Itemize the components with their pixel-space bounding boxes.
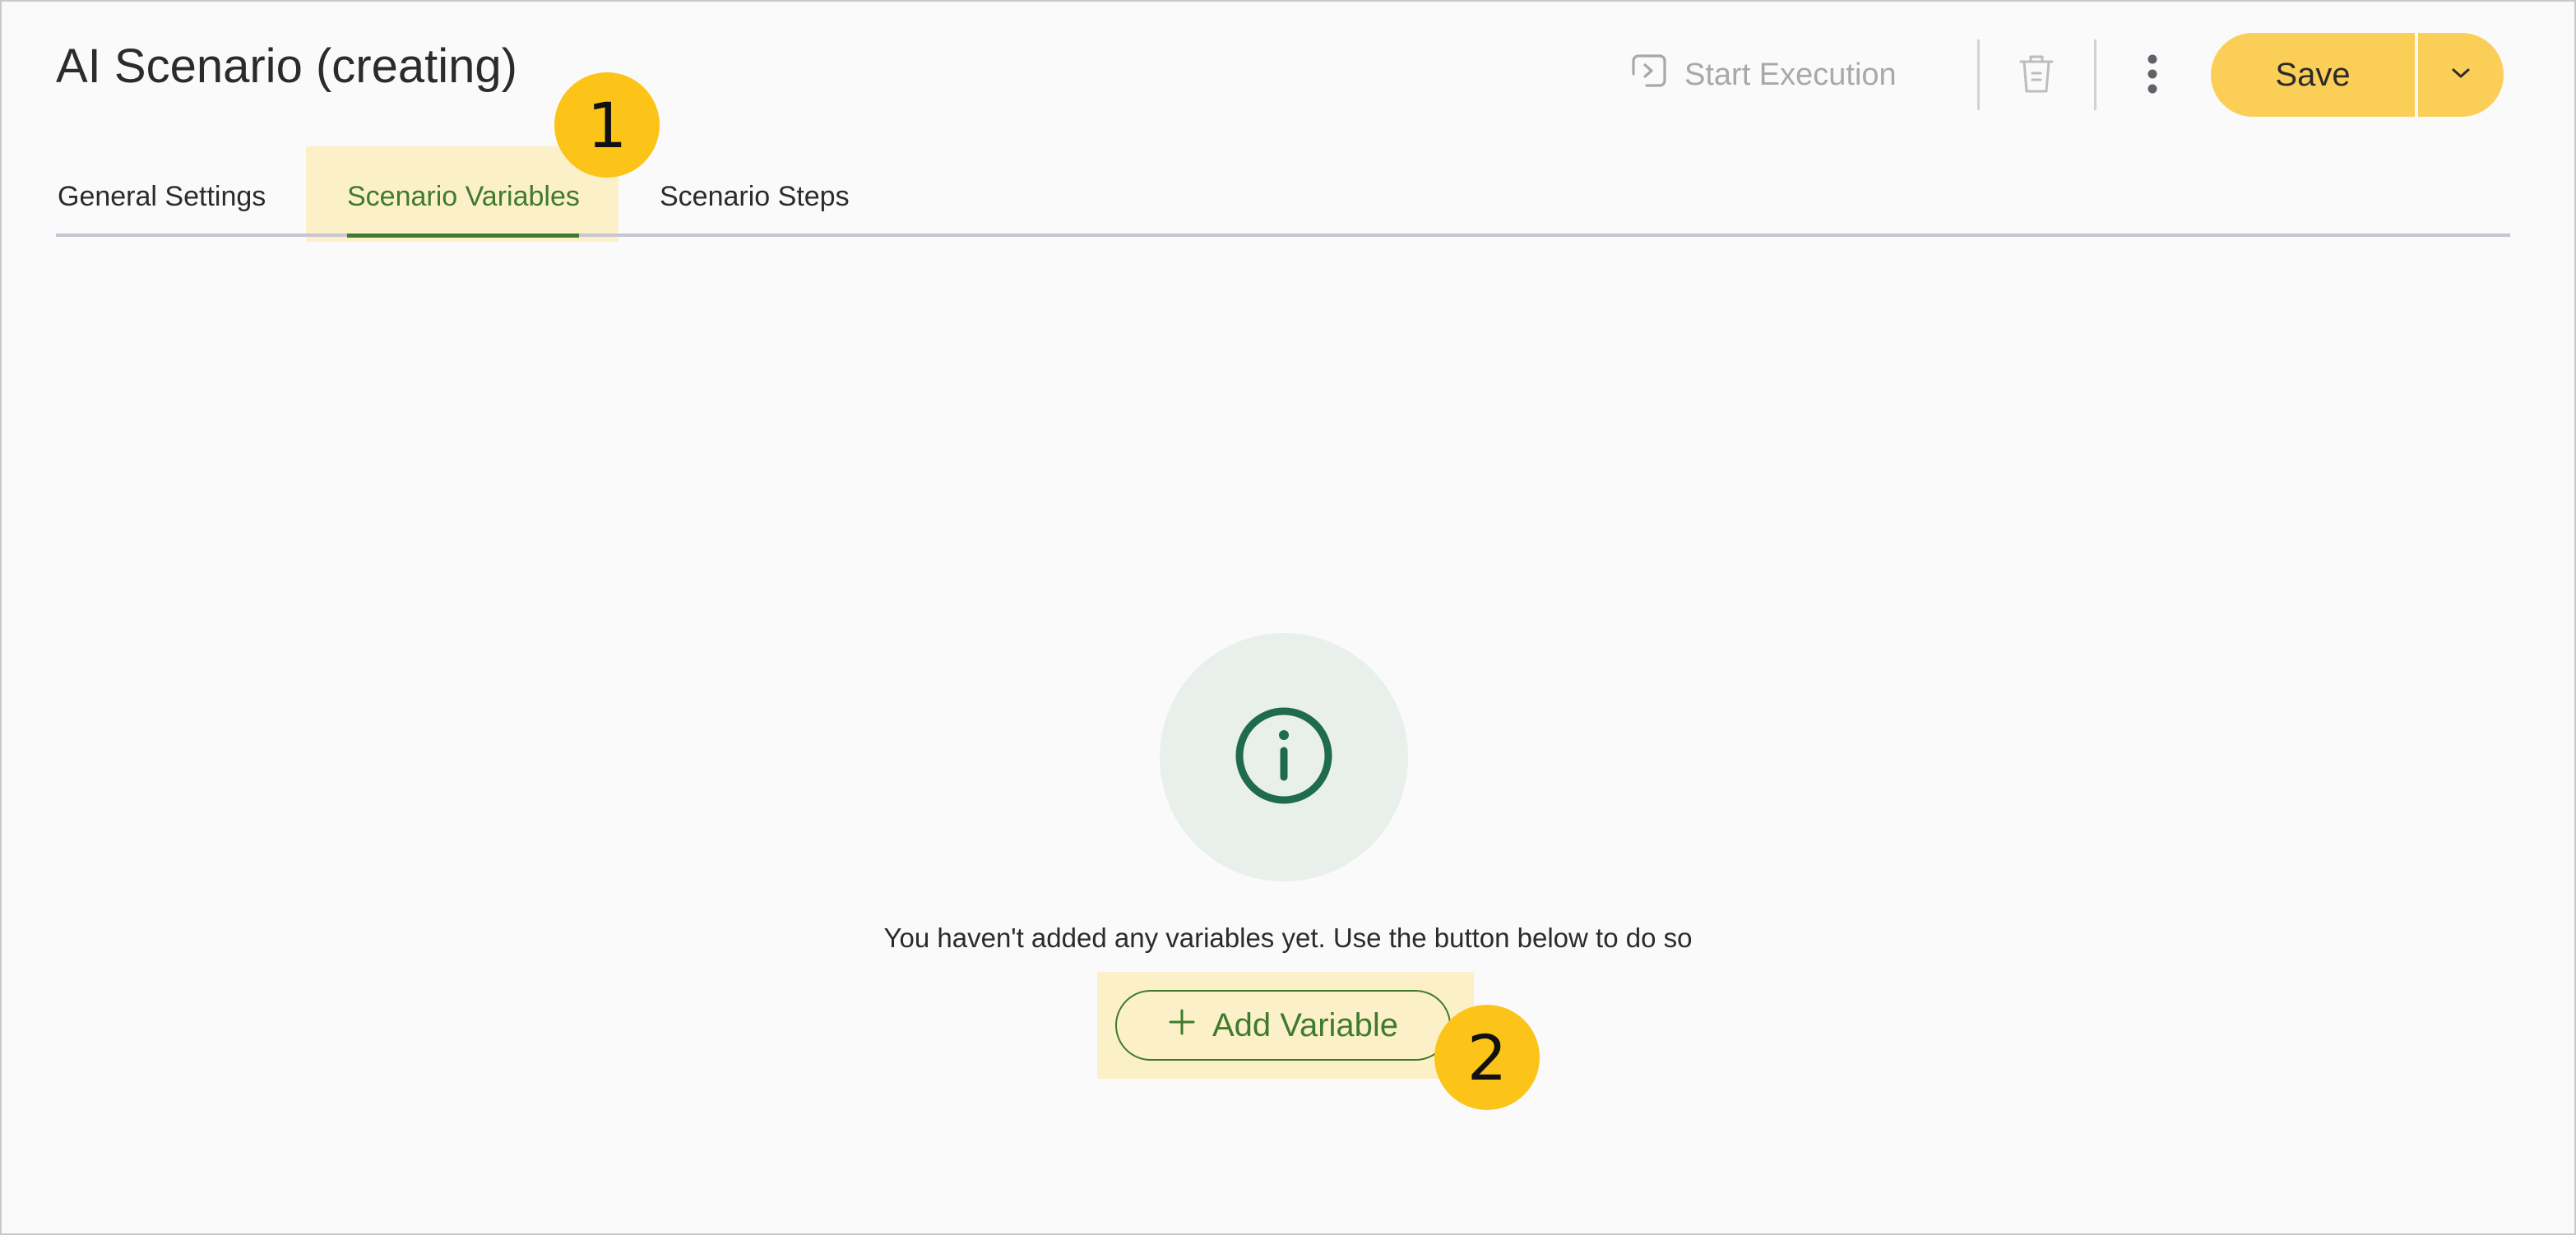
start-execution-label: Start Execution	[1684, 57, 1897, 92]
chevron-down-icon	[2450, 67, 2472, 84]
toolbar-divider	[1977, 39, 1980, 110]
tab-scenario-variables[interactable]: Scenario Variables	[347, 181, 580, 213]
save-button[interactable]: Save	[2211, 33, 2415, 117]
plus-icon	[1168, 1007, 1196, 1044]
start-execution-button[interactable]: Start Execution	[1627, 51, 1897, 99]
annotation-badge-1: 1	[554, 72, 660, 178]
more-options-button[interactable]	[2132, 49, 2173, 102]
save-options-dropdown[interactable]	[2418, 33, 2504, 117]
annotation-badge-2: 2	[1434, 1005, 1540, 1110]
empty-state-illustration	[1160, 633, 1408, 881]
info-icon	[1233, 705, 1335, 811]
more-vertical-icon	[2146, 53, 2159, 99]
play-square-icon	[1627, 49, 1670, 100]
add-variable-label: Add Variable	[1212, 1006, 1399, 1043]
active-tab-indicator	[347, 234, 579, 238]
trash-icon	[2018, 52, 2055, 100]
empty-state-message: You haven't added any variables yet. Use…	[883, 923, 1693, 953]
tab-scenario-steps[interactable]: Scenario Steps	[660, 181, 850, 213]
tab-general-settings[interactable]: General Settings	[58, 181, 266, 213]
toolbar-divider	[2094, 39, 2096, 110]
page-title: AI Scenario (creating)	[56, 39, 517, 93]
delete-button[interactable]	[2012, 51, 2061, 100]
add-variable-button[interactable]: Add Variable	[1115, 990, 1451, 1061]
